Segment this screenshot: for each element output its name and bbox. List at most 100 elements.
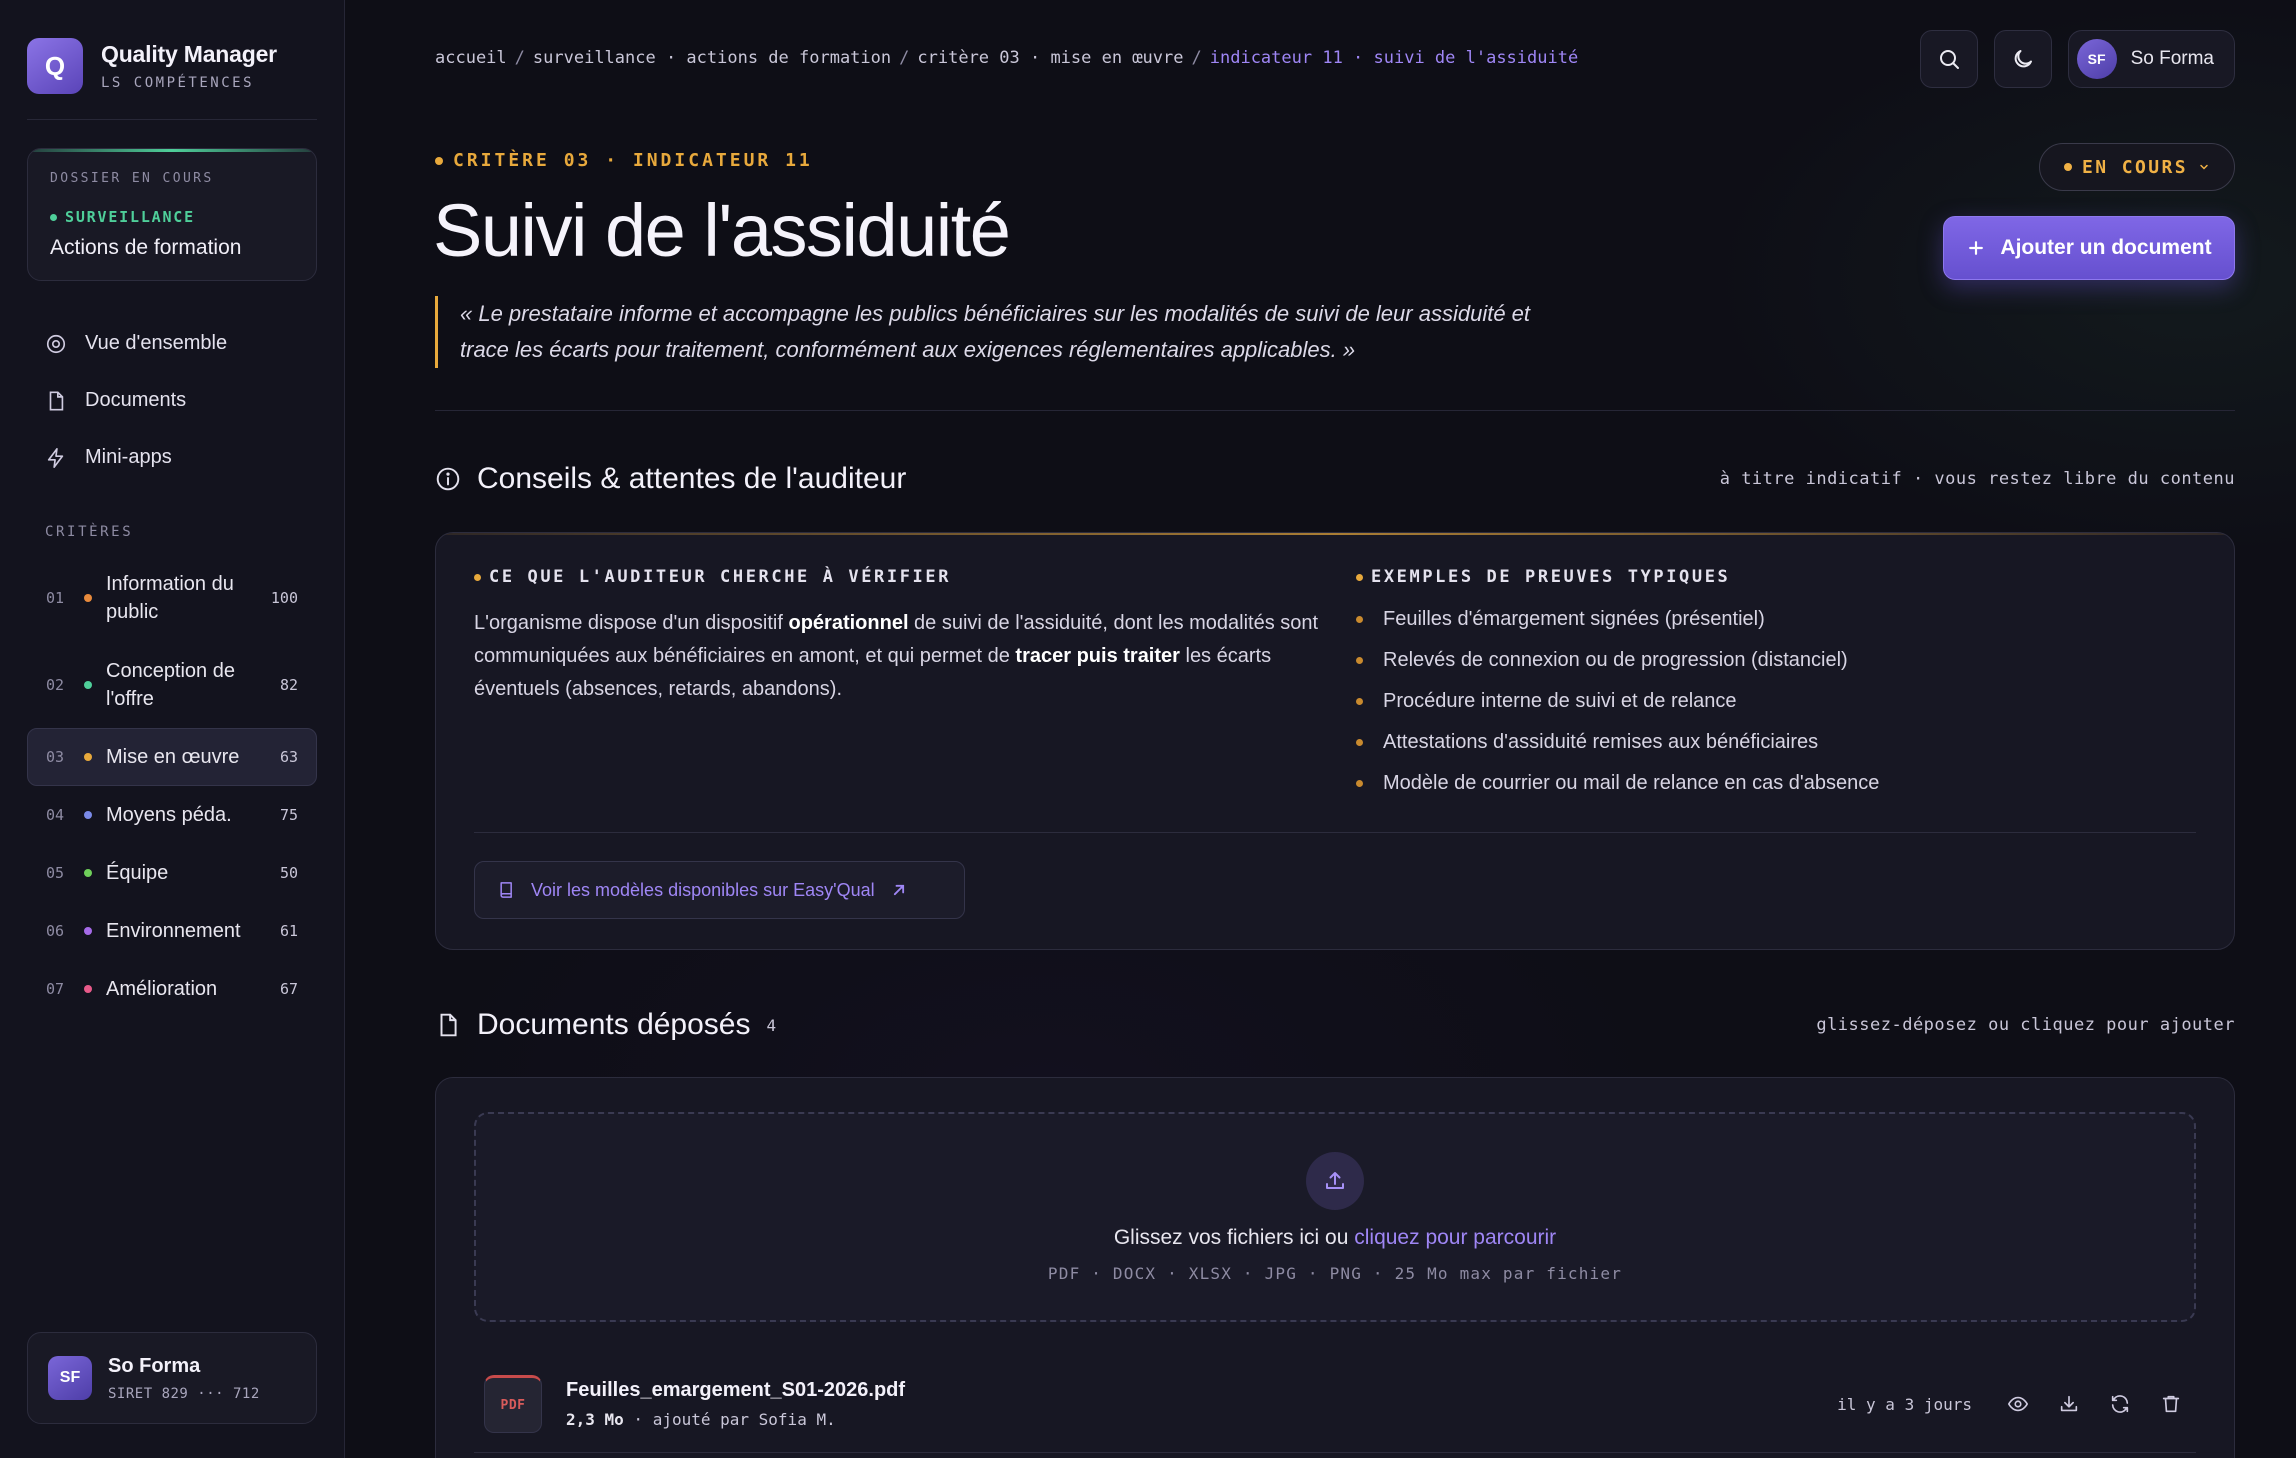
- nav-item-documents[interactable]: Documents: [27, 372, 317, 429]
- criteria-list: 01 Information du public 100 02 Concepti…: [27, 554, 317, 1018]
- user-menu[interactable]: SF So Forma: [2067, 30, 2235, 88]
- bullet: [1356, 698, 1363, 705]
- breadcrumb-separator: /: [1191, 48, 1202, 68]
- criterion-item-02[interactable]: 02 Conception de l'offre 82: [27, 641, 317, 728]
- file-timestamp: il y a 3 jours: [1837, 1394, 1972, 1414]
- preview-button[interactable]: [1992, 1384, 2043, 1424]
- criterion-item-01[interactable]: 01 Information du public 100: [27, 554, 317, 641]
- auditor-checks-column: CE QUE L'AUDITEUR CHERCHE À VÉRIFIER L'o…: [474, 567, 1334, 706]
- view-models-link[interactable]: Voir les modèles disponibles sur Easy'Qu…: [474, 861, 965, 919]
- indicator-quote: « Le prestataire informe et accompagne l…: [435, 296, 1575, 368]
- list-item-text: Feuilles d'émargement signées (présentie…: [1383, 608, 1765, 630]
- criterion-item-05[interactable]: 05 Équipe 50: [27, 844, 317, 902]
- status-label: EN COURS: [2082, 156, 2188, 178]
- criterion-score: 82: [279, 675, 298, 694]
- criterion-name: Information du public: [106, 572, 234, 623]
- auditor-checks-label: CE QUE L'AUDITEUR CHERCHE À VÉRIFIER: [489, 567, 952, 587]
- current-dossier-card[interactable]: DOSSIER EN COURS SURVEILLANCE Actions de…: [27, 148, 317, 281]
- replace-button[interactable]: [2094, 1384, 2145, 1424]
- auditor-checks-heading: CE QUE L'AUDITEUR CHERCHE À VÉRIFIER: [474, 567, 1334, 587]
- criterion-item-04[interactable]: 04 Moyens péda. 75: [27, 786, 317, 844]
- view-models-label: Voir les modèles disponibles sur Easy'Qu…: [531, 879, 875, 900]
- moon-icon: [2014, 50, 2032, 68]
- dossier-tag: SURVEILLANCE: [50, 208, 294, 226]
- criterion-score: 50: [279, 864, 298, 882]
- eyebrow-label: CRITÈRE 03 · INDICATEUR 11: [453, 150, 813, 171]
- theme-toggle-button[interactable]: [1993, 30, 2052, 88]
- refresh-icon: [2111, 1395, 2128, 1413]
- dossier-name: Actions de formation: [50, 236, 242, 259]
- brand-subtitle: LS COMPÉTENCES: [101, 75, 255, 91]
- status-dot: [50, 213, 57, 221]
- list-item-text: Attestations d'assiduité remises aux bén…: [1383, 731, 1819, 753]
- breadcrumb-link-criterion[interactable]: critère 03 · mise en œuvre: [917, 48, 1183, 68]
- criterion-item-07[interactable]: 07 Amélioration 67: [27, 960, 317, 1018]
- page-eyebrow: CRITÈRE 03 · INDICATEUR 11: [435, 150, 813, 171]
- criterion-item-06[interactable]: 06 Environnement 61: [27, 902, 317, 960]
- breadcrumb-link-home[interactable]: accueil: [435, 48, 507, 68]
- dropzone-text: Glissez vos fichiers ici ou cliquez pour…: [476, 1226, 2194, 1250]
- upload-icon: [1326, 1172, 1344, 1189]
- list-item-text: Modèle de courrier ou mail de relance en…: [1383, 772, 1880, 794]
- delete-button[interactable]: [2145, 1384, 2196, 1424]
- file-icon: [440, 1013, 457, 1037]
- dropzone-text-main: Glissez vos fichiers ici ou: [1113, 1226, 1355, 1249]
- documents-section-header: Documents déposés 4 glissez-déposez ou c…: [435, 1008, 2235, 1042]
- pdf-file-icon: PDF: [484, 1375, 542, 1433]
- criterion-dot: [84, 680, 92, 689]
- nav-item-mini-apps[interactable]: Mini-apps: [27, 429, 317, 486]
- text-fragment: L'organisme dispose d'un dispositif: [474, 612, 789, 634]
- sidebar: Q Quality Manager LS COMPÉTENCES DOSSIER…: [0, 0, 345, 1458]
- add-document-button[interactable]: Ajouter un document: [1943, 216, 2235, 280]
- breadcrumb-current: indicateur 11 · suivi de l'assiduité: [1209, 48, 1579, 68]
- heading-dot: [474, 573, 481, 581]
- brand[interactable]: Q Quality Manager LS COMPÉTENCES: [27, 38, 317, 94]
- list-item: Attestations d'assiduité remises aux bén…: [1356, 722, 1879, 763]
- text-emphasis: opérationnel: [788, 612, 909, 634]
- file-icon: [49, 390, 64, 411]
- status-dot: [2064, 163, 2073, 171]
- download-button[interactable]: [2043, 1384, 2094, 1424]
- criterion-dot: [84, 811, 92, 819]
- nav-item-overview[interactable]: Vue d'ensemble: [27, 315, 317, 372]
- criterion-name: Environnement: [106, 920, 241, 942]
- criterion-name: Moyens péda.: [106, 804, 232, 826]
- proof-examples-column: EXEMPLES DE PREUVES TYPIQUES Feuilles d'…: [1356, 567, 1879, 804]
- criterion-number: 06: [46, 922, 65, 940]
- criterion-name: Mise en œuvre: [106, 746, 240, 768]
- list-item: Modèle de courrier ou mail de relance en…: [1356, 763, 1879, 804]
- download-icon: [2060, 1395, 2077, 1412]
- criterion-item-03[interactable]: 03 Mise en œuvre 63: [27, 728, 317, 786]
- list-item: Relevés de connexion ou de progression (…: [1356, 640, 1879, 681]
- status-dropdown[interactable]: EN COURS: [2039, 143, 2235, 191]
- file-name[interactable]: Feuilles_emargement_S01-2026.pdf: [566, 1379, 905, 1402]
- proof-examples-list: Feuilles d'émargement signées (présentie…: [1356, 599, 1879, 804]
- browse-link[interactable]: cliquez pour parcourir: [1354, 1226, 1556, 1249]
- breadcrumb-link-surveillance[interactable]: surveillance · actions de formation: [533, 48, 891, 68]
- card-divider: [474, 832, 2196, 833]
- documents-count: 4: [766, 1015, 777, 1035]
- criterion-number: 05: [46, 864, 65, 882]
- criterion-score: 63: [279, 748, 298, 766]
- criterion-number: 01: [46, 588, 65, 607]
- user-card[interactable]: SF So Forma SIRET 829 ··· 712: [27, 1332, 317, 1424]
- criterion-score: 67: [279, 980, 298, 998]
- file-dropzone[interactable]: Glissez vos fichiers ici ou cliquez pour…: [474, 1112, 2196, 1322]
- bullet: [1356, 780, 1363, 787]
- nav-item-label: Vue d'ensemble: [85, 332, 228, 354]
- documents-section-title: Documents déposés: [477, 1008, 751, 1041]
- nav-item-label: Documents: [85, 389, 187, 411]
- brand-title: Quality Manager: [101, 41, 277, 67]
- search-button[interactable]: [1919, 30, 1978, 88]
- user-menu-name: So Forma: [2130, 48, 2214, 69]
- proof-examples-heading: EXEMPLES DE PREUVES TYPIQUES: [1356, 567, 1879, 587]
- file-size: 2,3 Mo: [566, 1410, 624, 1429]
- bullet: [1356, 657, 1363, 664]
- list-item-text: Procédure interne de suivi et de relance: [1383, 690, 1737, 712]
- external-arrow-icon: [893, 884, 904, 896]
- file-author: · ajouté par Sofia M.: [623, 1410, 836, 1429]
- documents-section-hint: glissez-déposez ou cliquez pour ajouter: [1816, 1015, 2235, 1035]
- file-row[interactable]: PDF Feuilles_emargement_S01-2026.pdf 2,3…: [484, 1368, 2196, 1440]
- criteria-heading: CRITÈRES: [45, 524, 134, 540]
- search-icon: [1939, 50, 1959, 69]
